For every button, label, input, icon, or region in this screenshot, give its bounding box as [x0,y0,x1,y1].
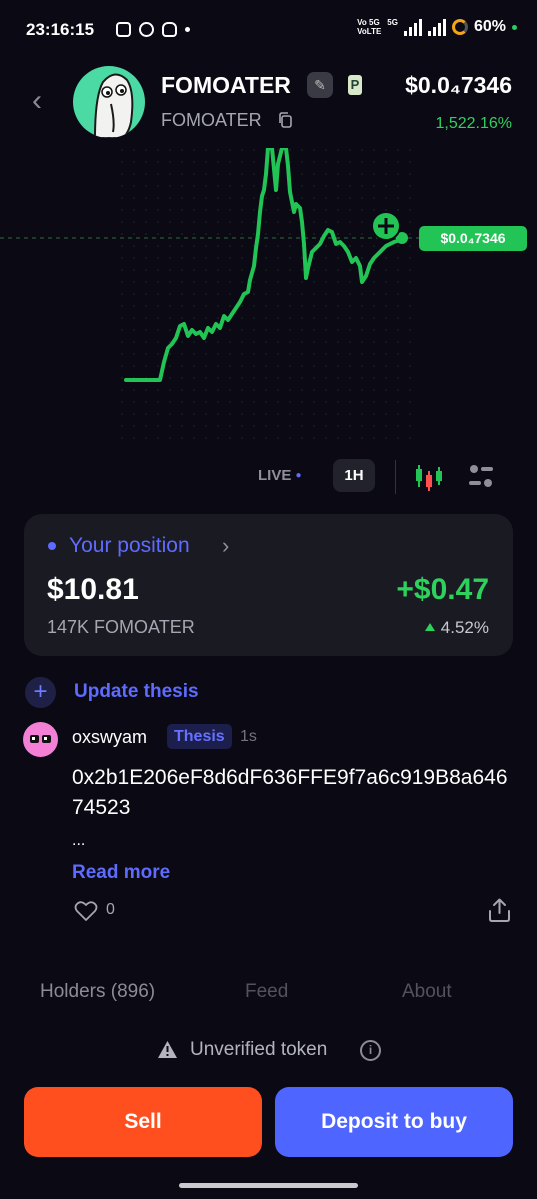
network-label: Vo 5G VoLTE [357,18,382,36]
system-status: Vo 5G VoLTE 5G 60% [357,18,517,36]
chevron-right-icon[interactable]: › [222,533,229,559]
net-5g-label: 5G [387,18,398,27]
copy-icon[interactable] [278,112,292,128]
status-time: 23:16:15 [26,20,95,39]
user-avatar[interactable] [23,722,58,757]
heart-icon[interactable] [74,900,98,922]
thesis-ellipsis: ... [72,832,86,849]
thesis-time: 1s [240,728,257,745]
unverified-token-text: Unverified token [190,1039,328,1060]
update-thesis-link[interactable]: Update thesis [74,681,199,703]
position-title: Your position [69,534,190,557]
home-indicator[interactable] [179,1183,358,1188]
user-avatar-art [30,735,51,743]
read-more-link[interactable]: Read more [72,862,170,884]
quill-icon[interactable]: ✎ [307,72,333,98]
current-price-tag: $0.0₄7346 [419,226,527,251]
token-avatar [73,66,145,138]
privacy-dot-icon [512,24,517,30]
controls-divider [395,460,396,494]
warning-icon [158,1041,177,1058]
platform-badge: P [348,75,362,95]
live-label: LIVE [258,467,292,484]
arrow-up-icon [424,623,435,631]
sell-button[interactable]: Sell [24,1087,262,1157]
token-avatar-art [93,73,134,138]
discord-icon [162,22,177,37]
dot-icon [185,27,190,32]
signal-icon [403,18,422,36]
plus-icon[interactable]: + [25,677,56,708]
chart-grid [120,148,420,448]
share-icon[interactable] [487,897,512,923]
battery-text: 60% [473,18,506,35]
price-chart[interactable] [0,148,537,448]
position-pnl-percent: 4.52% [424,618,489,638]
tab-holders[interactable]: Holders (896) [40,981,155,1003]
tab-about[interactable]: About [402,981,452,1003]
notification-icons [116,22,190,37]
position-value: $10.81 [47,573,139,606]
token-name: FOMOATER [161,72,291,98]
thesis-username[interactable]: oxswyam [72,727,147,748]
info-icon[interactable]: i [360,1040,381,1061]
live-toggle[interactable]: LIVE ● [258,467,302,484]
battery-icon [451,19,468,35]
timeframe-1h-button[interactable]: 1H [333,459,375,492]
chat-icon [139,22,154,37]
like-count: 0 [106,901,115,918]
instagram-icon [116,22,131,37]
signal-icon-2 [427,18,446,36]
token-ticker: FOMOATER [161,110,262,130]
back-chevron-icon[interactable]: ‹ [32,86,42,116]
candlestick-icon[interactable] [414,463,444,491]
deposit-to-buy-button[interactable]: Deposit to buy [275,1087,513,1157]
price-change: 1,522.16% [435,115,512,132]
live-dot-icon: ● [295,470,302,481]
chart-settings-icon[interactable] [467,463,495,491]
tab-feed[interactable]: Feed [245,981,288,1003]
position-quantity: 147K FOMOATER [47,617,195,637]
thesis-badge: Thesis [167,724,232,749]
position-pnl: +$0.47 [396,573,489,606]
token-price: $0.0₄7346 [405,72,512,98]
thesis-text: 0x2b1E206eF8d6dF636FFE9f7a6c919B8a646745… [72,766,508,819]
position-dot-icon [48,542,56,550]
